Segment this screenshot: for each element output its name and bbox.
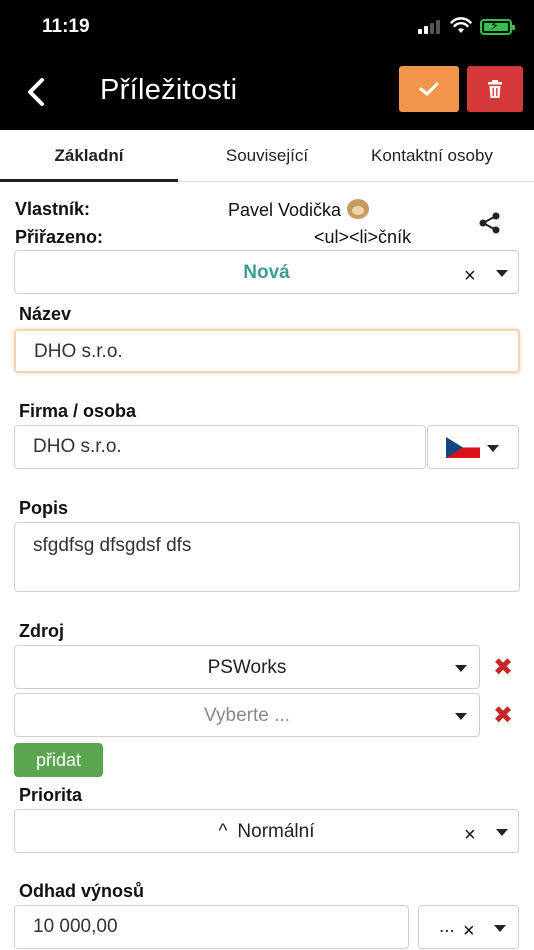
clear-icon[interactable]: ×: [463, 920, 475, 943]
delete-button[interactable]: [467, 66, 523, 112]
status-time: 11:19: [42, 16, 90, 37]
tab-basic[interactable]: Základní: [0, 130, 178, 182]
chevron-down-icon: [494, 925, 506, 932]
czech-flag-icon: [446, 437, 480, 458]
add-source-button[interactable]: přidat: [14, 743, 103, 777]
name-input[interactable]: DHO s.r.o.: [14, 329, 520, 373]
page-title: Příležitosti: [100, 74, 238, 106]
revenue-label: Odhad výnosů: [19, 881, 145, 901]
clear-icon[interactable]: ×: [464, 824, 476, 847]
app-header: 11:19 ⚡ Příležitosti: [0, 0, 534, 130]
source-label: Zdroj: [19, 621, 64, 641]
confirm-button[interactable]: [399, 66, 459, 112]
revenue-input[interactable]: 10 000,00: [14, 905, 409, 949]
source-select-1[interactable]: PSWorks: [14, 645, 480, 689]
remove-source-2-icon[interactable]: ✖: [493, 701, 513, 730]
priority-arrow-icon: ^: [218, 821, 228, 842]
priority-value: ^ Normální: [15, 810, 518, 854]
share-icon[interactable]: [478, 212, 502, 234]
chevron-down-icon: [455, 665, 467, 672]
check-icon: [419, 82, 439, 96]
remove-source-1-icon[interactable]: ✖: [493, 653, 513, 682]
owner-label: Vlastník:: [15, 199, 91, 219]
tab-contacts-label: Kontaktní osoby: [371, 146, 493, 165]
currency-value: ...: [439, 916, 455, 937]
tab-bar: Základní Související Kontaktní osoby: [0, 130, 534, 182]
tab-contacts[interactable]: Kontaktní osoby: [356, 130, 534, 182]
tab-related[interactable]: Související: [178, 130, 356, 182]
source-value-2: Vyberte ...: [204, 705, 290, 726]
name-label: Název: [19, 304, 72, 324]
assigned-value: <ul><li>čník: [314, 227, 412, 247]
battery-icon: ⚡: [480, 18, 515, 35]
chevron-down-icon: [487, 445, 499, 452]
status-select[interactable]: Nová ×: [14, 250, 519, 294]
owner-name: Pavel Vodička: [228, 200, 342, 220]
source-value-1: PSWorks: [207, 657, 287, 678]
description-textarea[interactable]: sfgdfsg dfsgdsf dfs: [14, 522, 520, 592]
signal-icon: [418, 20, 444, 34]
chevron-down-icon: [496, 829, 508, 836]
trash-icon: [488, 80, 502, 98]
assigned-label: Přiřazeno:: [15, 227, 104, 247]
source-select-2[interactable]: Vyberte ...: [14, 693, 480, 737]
owner-value: Pavel Vodička: [228, 199, 370, 221]
priority-text: Normální: [237, 821, 315, 842]
company-label: Firma / osoba: [19, 401, 137, 421]
country-select[interactable]: [427, 425, 519, 469]
company-input[interactable]: DHO s.r.o.: [14, 425, 426, 469]
monkey-emoji-icon: [347, 199, 370, 219]
clear-icon[interactable]: ×: [464, 265, 476, 288]
status-value: Nová: [243, 262, 290, 283]
currency-select[interactable]: ... ×: [418, 905, 519, 949]
wifi-icon: [450, 17, 472, 33]
chevron-down-icon: [496, 270, 508, 277]
back-icon[interactable]: [18, 72, 54, 112]
priority-label: Priorita: [19, 785, 83, 805]
description-label: Popis: [19, 498, 69, 518]
priority-select[interactable]: ^ Normální ×: [14, 809, 519, 853]
chevron-down-icon: [455, 713, 467, 720]
